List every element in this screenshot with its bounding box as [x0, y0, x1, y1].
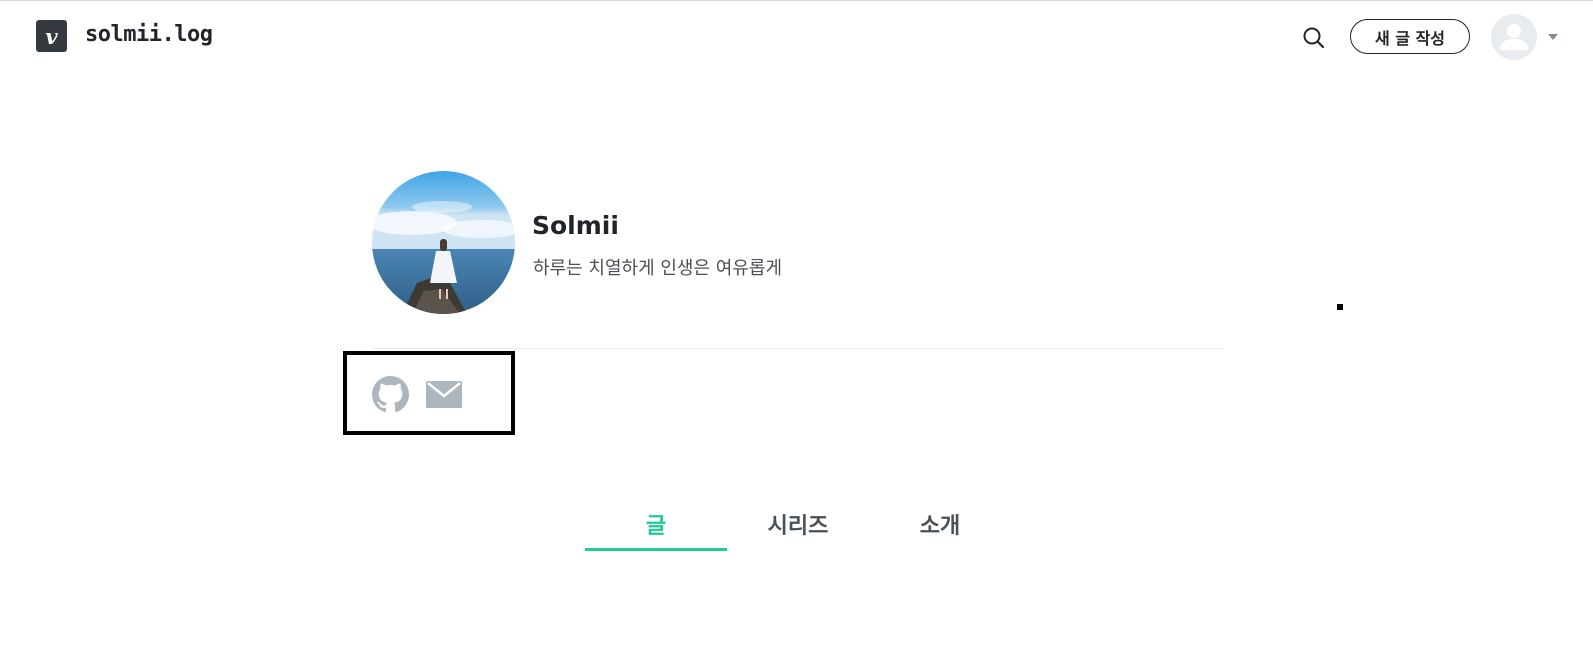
search-button[interactable]: [1300, 24, 1328, 52]
tab-posts[interactable]: 글: [585, 502, 727, 550]
active-tab-indicator: [585, 548, 727, 551]
caret-down-icon: [1548, 34, 1558, 40]
profile-divider: [373, 348, 1224, 349]
new-post-button[interactable]: 새 글 작성: [1350, 19, 1470, 54]
tab-series[interactable]: 시리즈: [727, 502, 869, 550]
user-avatar-icon: [1491, 14, 1537, 60]
github-icon: [372, 376, 409, 413]
tab-about[interactable]: 소개: [869, 502, 1011, 550]
profile-bio: 하루는 치열하게 인생은 여유롭게: [533, 258, 783, 279]
search-icon: [1303, 27, 1325, 49]
site-header: v solmii.log 새 글 작성: [0, 0, 1593, 74]
user-menu-button[interactable]: [1491, 14, 1561, 60]
stray-dot: [1337, 304, 1343, 310]
mail-link[interactable]: [426, 381, 462, 408]
blog-name-link[interactable]: solmii.log: [85, 22, 213, 47]
profile-name: Solmii: [532, 211, 619, 240]
profile-photo: [372, 171, 515, 314]
velog-logo-icon[interactable]: v: [36, 20, 67, 52]
github-link[interactable]: [372, 376, 409, 413]
mail-icon: [426, 381, 462, 408]
